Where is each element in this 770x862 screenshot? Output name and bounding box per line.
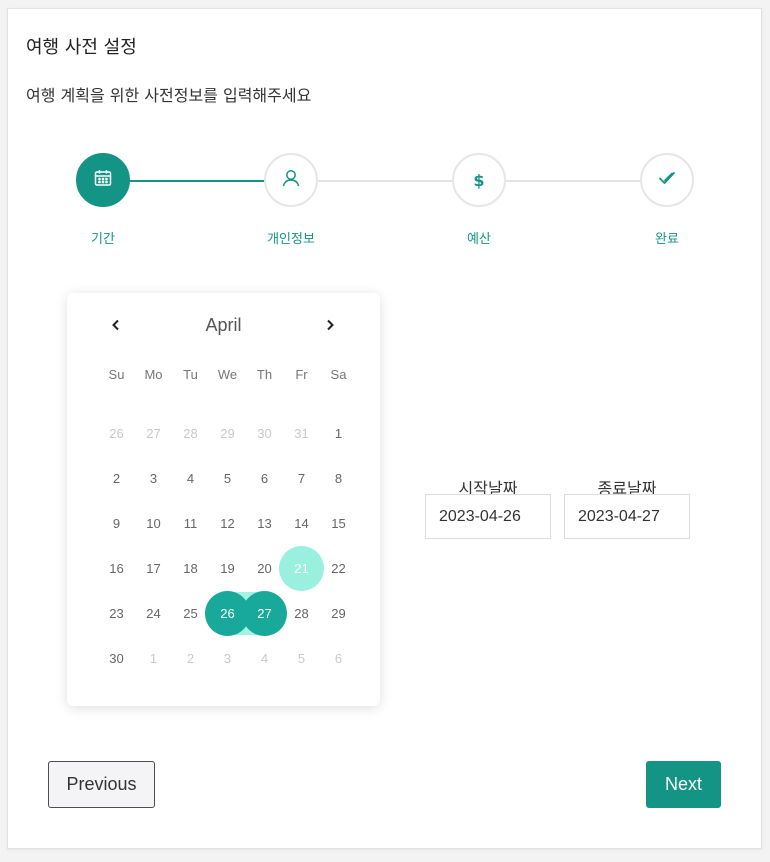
- calendar-day[interactable]: 11: [172, 505, 209, 542]
- chevron-right-icon: [327, 319, 334, 331]
- step-label-personal-info: 개인정보: [267, 232, 315, 247]
- settings-card: 여행 사전 설정 여행 계획을 위한 사전정보를 입력해주세요 $ 기간 개인정…: [7, 8, 762, 849]
- calendar-day[interactable]: 24: [135, 595, 172, 632]
- weekday-header: Sa: [330, 367, 347, 382]
- calendar-day[interactable]: 5: [209, 460, 246, 497]
- step-dates[interactable]: [76, 153, 130, 207]
- calendar-day-outside-month[interactable]: 1: [135, 640, 172, 677]
- calendar-day[interactable]: 30: [98, 640, 135, 677]
- calendar-day[interactable]: 17: [135, 550, 172, 587]
- calendar-day-outside-month[interactable]: 3: [209, 640, 246, 677]
- calendar-day[interactable]: 6: [246, 460, 283, 497]
- calendar-day-outside-month[interactable]: 31: [283, 415, 320, 452]
- weekday-header: Su: [108, 367, 125, 382]
- calendar-day[interactable]: 27: [246, 595, 283, 632]
- step-label-dates: 기간: [91, 232, 115, 247]
- calendar-day[interactable]: 1: [320, 415, 357, 452]
- page-subtitle: 여행 계획을 위한 사전정보를 입력해주세요: [26, 86, 312, 105]
- calendar-day[interactable]: 9: [98, 505, 135, 542]
- weekday-header: Th: [256, 367, 273, 382]
- calendar-day-outside-month[interactable]: 30: [246, 415, 283, 452]
- calendar-day[interactable]: 20: [246, 550, 283, 587]
- weekday-header: We: [217, 367, 238, 382]
- calendar-day-outside-month[interactable]: 29: [209, 415, 246, 452]
- calendar-day[interactable]: 8: [320, 460, 357, 497]
- page-title: 여행 사전 설정: [26, 37, 137, 58]
- calendar-day-outside-month[interactable]: 4: [246, 640, 283, 677]
- start-date-input[interactable]: [425, 494, 551, 539]
- calendar-day-outside-month[interactable]: 26: [98, 415, 135, 452]
- user-icon: [280, 167, 302, 193]
- calendar-day[interactable]: 15: [320, 505, 357, 542]
- step-personal-info[interactable]: [264, 153, 318, 207]
- calendar-day[interactable]: 28: [283, 595, 320, 632]
- step-complete[interactable]: [640, 153, 694, 207]
- calendar-day[interactable]: 13: [246, 505, 283, 542]
- calendar-day[interactable]: 14: [283, 505, 320, 542]
- step-connector-2: [291, 180, 479, 182]
- calendar-day[interactable]: 7: [283, 460, 320, 497]
- step-label-complete: 완료: [655, 232, 679, 247]
- calendar-day[interactable]: 22: [320, 550, 357, 587]
- calendar-day[interactable]: 4: [172, 460, 209, 497]
- calendar-day[interactable]: 3: [135, 460, 172, 497]
- previous-button[interactable]: Previous: [48, 761, 155, 808]
- calendar-day-outside-month[interactable]: 28: [172, 415, 209, 452]
- date-range-calendar: April Su Mo Tu We Th Fr Sa 26 27 28 29 30 31 1 2 3 4 5 6 7 8…: [67, 293, 380, 706]
- calendar-day[interactable]: 12: [209, 505, 246, 542]
- next-button[interactable]: Next: [646, 761, 721, 808]
- calendar-day[interactable]: 10: [135, 505, 172, 542]
- weekday-header: Fr: [295, 367, 308, 382]
- weekday-header: Tu: [183, 367, 198, 382]
- dollar-icon: $: [473, 170, 485, 190]
- check-icon: [656, 167, 678, 193]
- next-month-button[interactable]: [318, 313, 342, 337]
- calendar-day[interactable]: 16: [98, 550, 135, 587]
- end-date-input[interactable]: [564, 494, 690, 539]
- step-label-budget: 예산: [467, 232, 491, 247]
- calendar-day[interactable]: 23: [98, 595, 135, 632]
- step-connector-1: [103, 180, 291, 182]
- calendar-day[interactable]: 19: [209, 550, 246, 587]
- calendar-day-outside-month[interactable]: 2: [172, 640, 209, 677]
- calendar-day[interactable]: 18: [172, 550, 209, 587]
- step-budget[interactable]: $: [452, 153, 506, 207]
- calendar-day-outside-month[interactable]: 27: [135, 415, 172, 452]
- calendar-day[interactable]: 21: [283, 550, 320, 587]
- calendar-day[interactable]: 25: [172, 595, 209, 632]
- calendar-day-outside-month[interactable]: 6: [320, 640, 357, 677]
- weekday-header: Mo: [144, 367, 163, 382]
- calendar-icon: [93, 168, 113, 192]
- calendar-day[interactable]: 26: [209, 595, 246, 632]
- calendar-day-outside-month[interactable]: 5: [283, 640, 320, 677]
- calendar-day[interactable]: 29: [320, 595, 357, 632]
- calendar-day[interactable]: 2: [98, 460, 135, 497]
- step-connector-3: [479, 180, 667, 182]
